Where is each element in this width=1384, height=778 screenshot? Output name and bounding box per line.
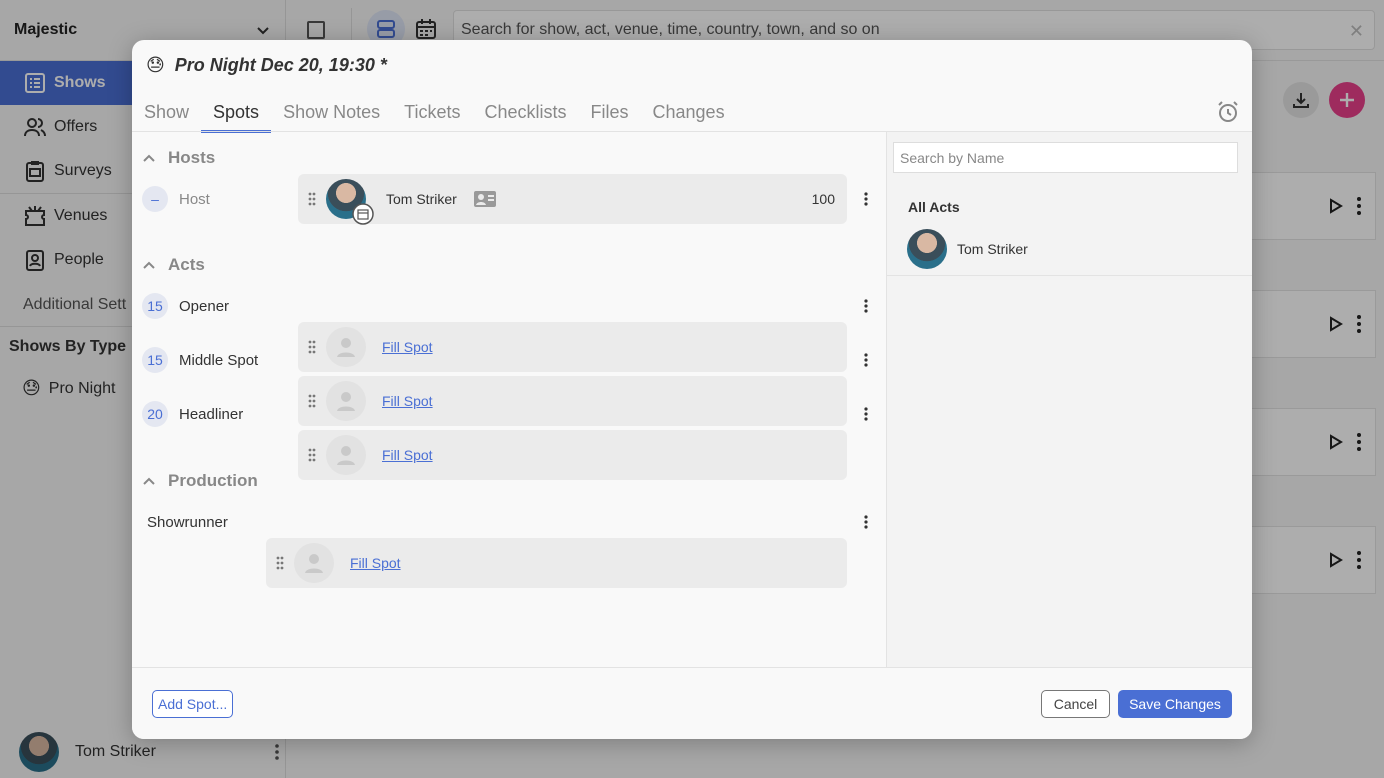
list-item[interactable]: Tom Striker [887,222,1252,276]
drag-handle-icon[interactable] [276,556,284,570]
drag-handle-icon[interactable] [308,340,316,354]
spot-middle[interactable]: Fill Spot [298,376,847,426]
acts-section-toggle[interactable]: Acts [142,255,205,275]
fill-spot-link[interactable]: Fill Spot [350,555,401,571]
calendar-badge-icon [352,203,374,225]
spots-pane: Hosts – Host Tom Striker 100 Acts 15 Ope… [132,132,886,667]
more-vertical-icon[interactable] [862,299,870,313]
act-name: Tom Striker [957,240,1028,257]
tab-checklists[interactable]: Checklists [472,102,578,133]
tab-show[interactable]: Show [144,102,201,133]
spot-minutes: 100 [811,191,835,207]
empty-avatar [326,381,366,421]
dialog-footer: Add Spot... Cancel Save Changes [132,667,1252,739]
tab-files[interactable]: Files [579,102,641,133]
drag-handle-icon[interactable] [308,448,316,462]
section-title: Hosts [168,148,216,167]
slot-minutes-badge: – [142,186,168,212]
tab-spots[interactable]: Spots [201,102,272,133]
dialog-title-text: Pro Night Dec 20, 19:30 * [174,55,387,75]
slot-minutes-badge: 15 [142,347,168,373]
avatar [907,228,947,269]
fill-spot-link[interactable]: Fill Spot [382,447,433,463]
hosts-section-toggle[interactable]: Hosts [142,148,215,168]
chevron-up-icon [143,261,155,269]
more-vertical-icon[interactable] [862,192,870,206]
avatar [326,179,374,225]
add-spot-button[interactable]: Add Spot... [152,690,234,718]
performer-name: Tom Striker [386,191,457,207]
search-by-name-input[interactable]: Search by Name [893,142,1238,173]
slot-minutes-badge: 15 [142,293,168,319]
chevron-up-icon [143,477,155,485]
tab-bar: Show Spots Show Notes Tickets Checklists… [144,102,737,133]
show-edit-dialog: 😓 Pro Night Dec 20, 19:30 * Show Spots S… [132,40,1252,739]
empty-avatar [326,327,366,367]
empty-avatar [326,435,366,475]
fill-spot-link[interactable]: Fill Spot [382,393,433,409]
cancel-button[interactable]: Cancel [1041,690,1110,718]
more-vertical-icon[interactable] [862,353,870,367]
drag-handle-icon[interactable] [308,192,316,206]
save-changes-button[interactable]: Save Changes [1118,690,1232,718]
slot-minutes-badge: 20 [142,401,168,427]
slot-label: Opener [179,298,230,315]
chevron-up-icon [143,154,155,162]
dialog-title: 😓 Pro Night Dec 20, 19:30 * [146,55,387,76]
more-vertical-icon[interactable] [862,515,870,529]
section-title: Acts [168,255,205,274]
person-icon [337,446,355,465]
slot-label: Middle Spot [179,352,259,369]
host-spot[interactable]: Tom Striker 100 [298,174,847,225]
section-title: Production [168,471,258,490]
production-section-toggle[interactable]: Production [142,471,258,491]
more-vertical-icon[interactable] [862,407,870,421]
person-icon [305,554,323,573]
spot-showrunner[interactable]: Fill Spot [266,538,847,588]
sweat-emoji-icon: 😓 [146,55,165,75]
empty-avatar [294,543,334,583]
drag-handle-icon[interactable] [308,394,316,408]
fill-spot-link[interactable]: Fill Spot [382,339,433,355]
slot-label: Showrunner [147,514,228,531]
spot-headliner[interactable]: Fill Spot [298,430,847,480]
alarm-clock-icon[interactable] [1216,100,1240,124]
tab-tickets[interactable]: Tickets [392,102,472,133]
person-icon [337,392,355,411]
spot-opener[interactable]: Fill Spot [298,322,847,372]
person-icon [337,338,355,357]
contact-card-icon[interactable] [473,190,497,208]
slot-label: Host [179,191,210,208]
tab-show-notes[interactable]: Show Notes [271,102,392,133]
slot-label: Headliner [179,406,244,423]
all-acts-heading: All Acts [908,199,960,215]
acts-picker-pane: Search by Name All Acts Tom Striker [886,132,1252,667]
tab-changes[interactable]: Changes [641,102,737,133]
